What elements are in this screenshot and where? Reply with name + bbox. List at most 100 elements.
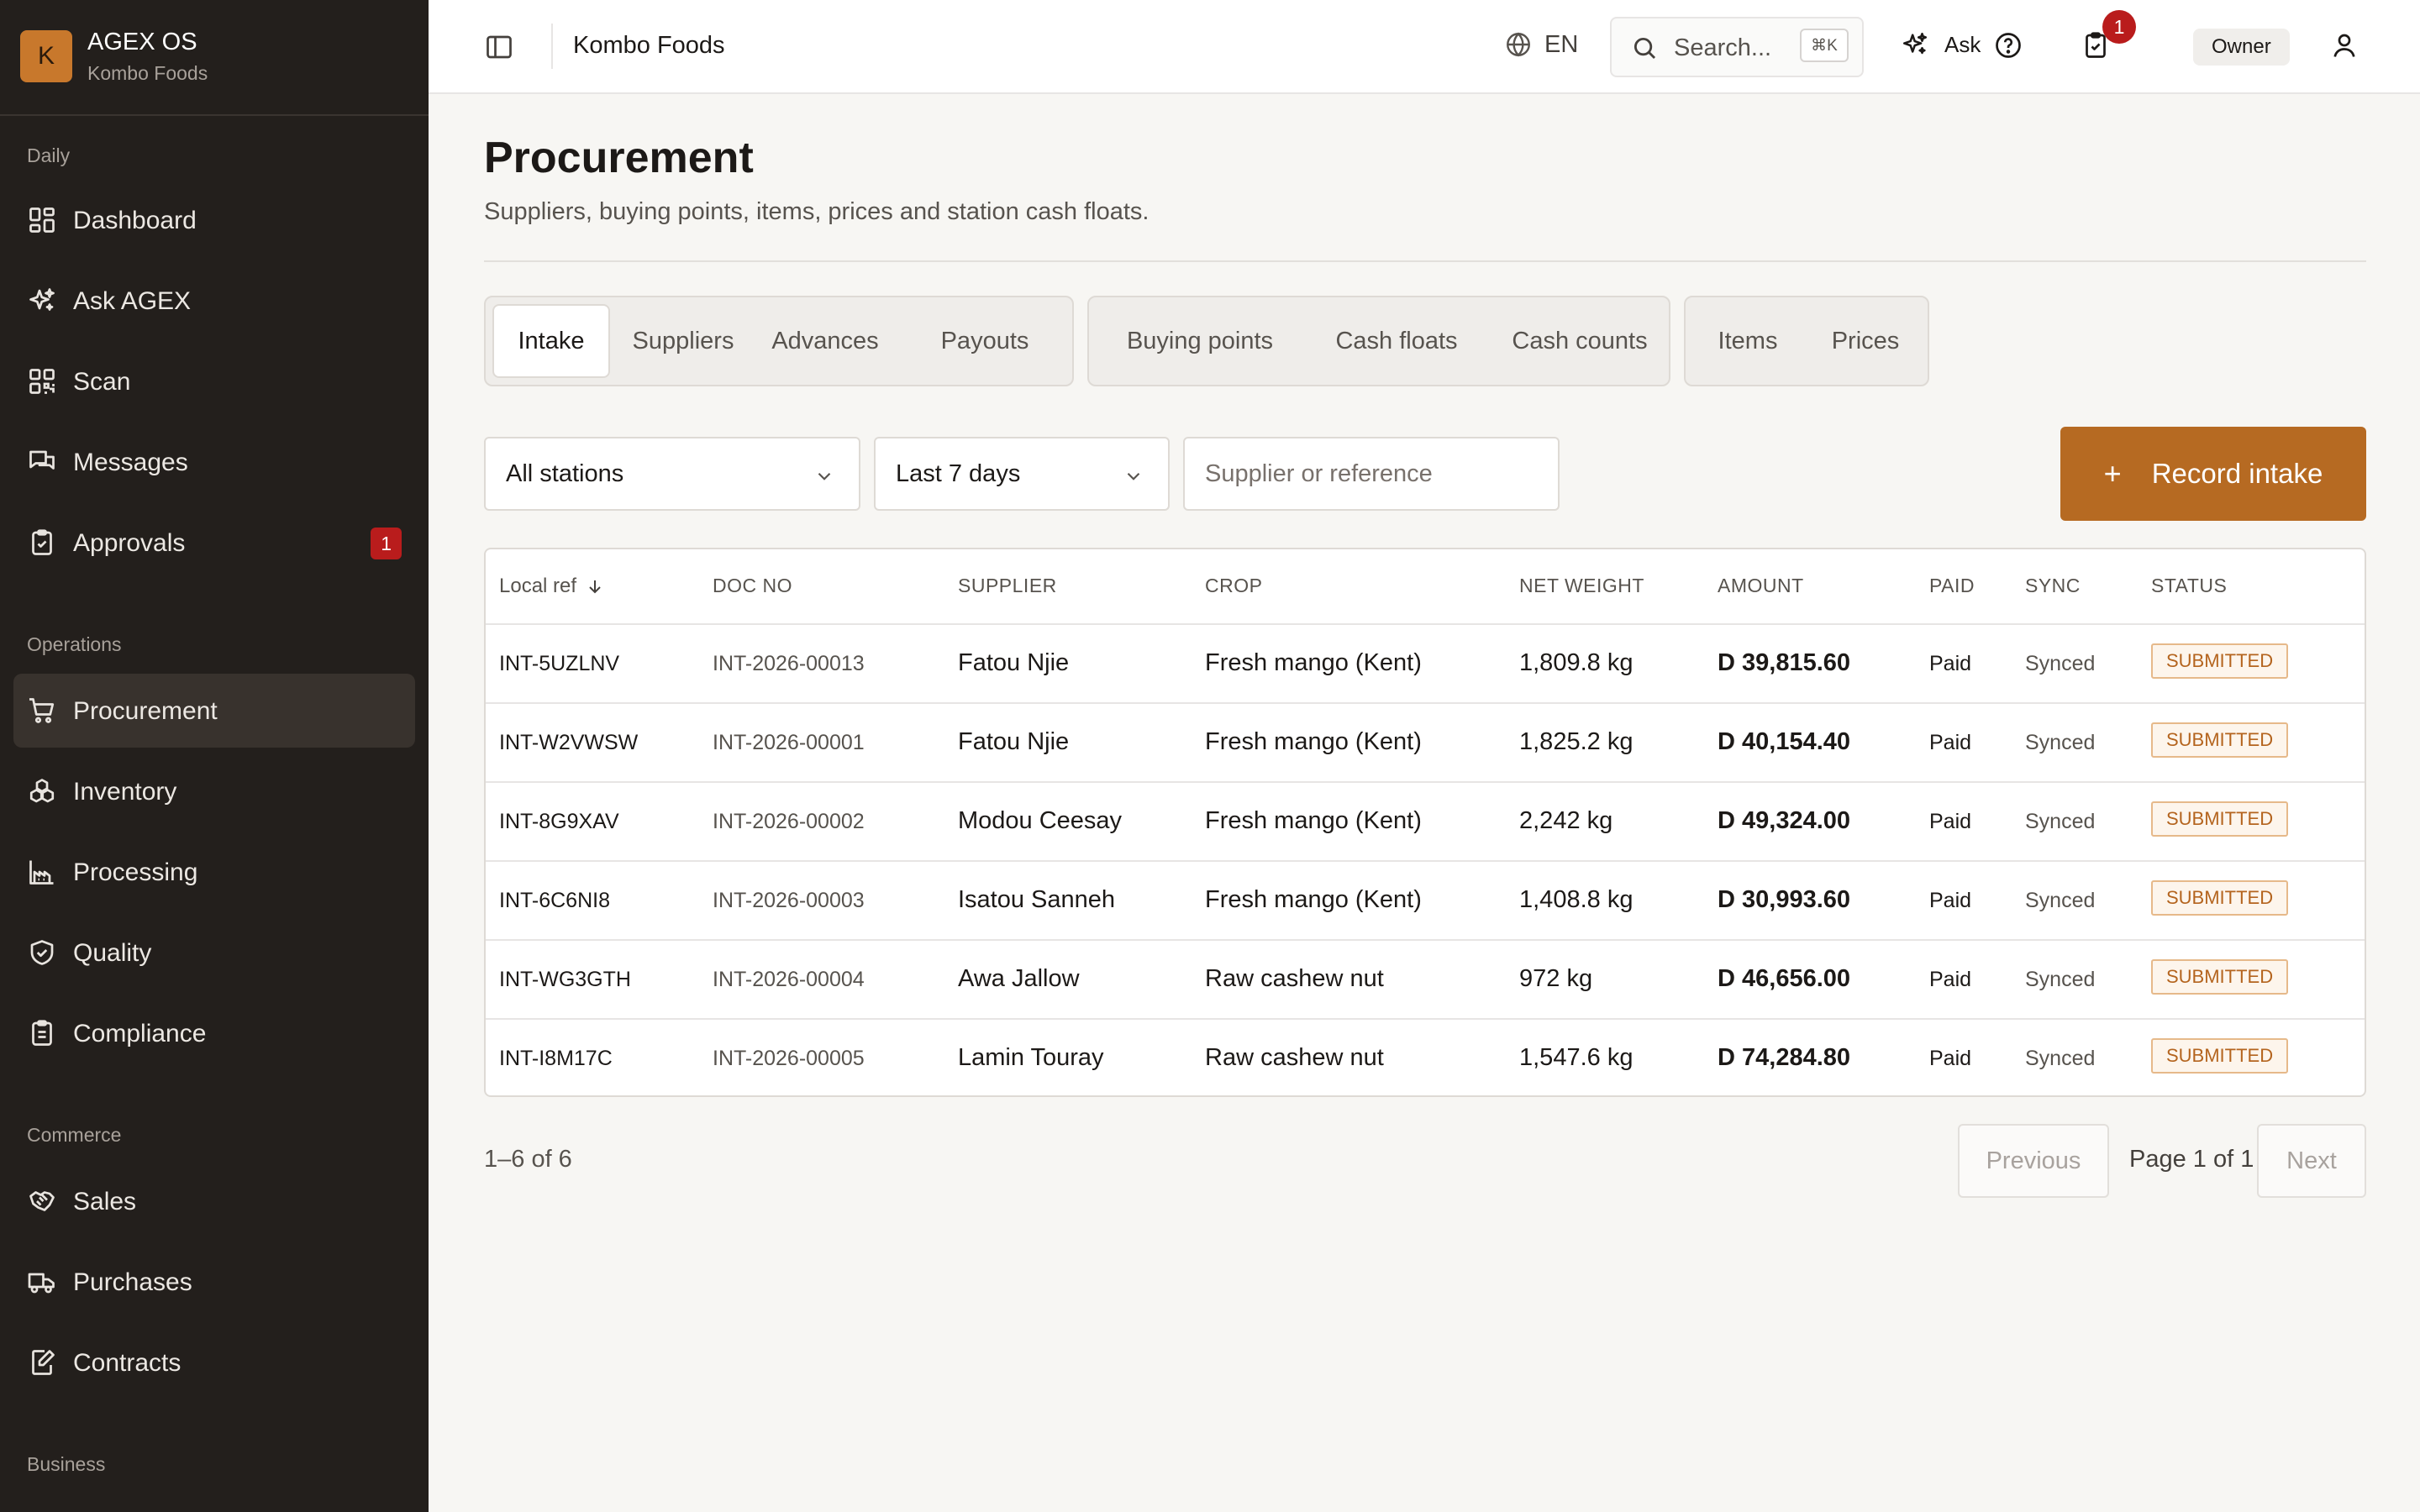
cell-sync: Synced [2025,731,2096,754]
file-edit-icon [27,1347,57,1378]
record-intake-button[interactable]: + Record intake [2060,427,2366,521]
sidebar-item-label: Ask AGEX [73,287,192,315]
cell-supplier: Fatou Njie [958,728,1070,755]
tab-buying-points[interactable]: Buying points [1099,304,1301,378]
station-select[interactable]: All stations [484,437,860,511]
tab-items[interactable]: Items [1696,304,1800,378]
cell-supplier: Modou Ceesay [958,807,1123,834]
ask-button[interactable]: Ask [1901,30,1981,59]
search-icon [1630,34,1659,62]
cell-sync: Synced [2025,889,2096,912]
sidebar-item-approvals[interactable]: Approvals 1 [13,506,415,580]
cell-amount: D 40,154.40 [1718,728,1851,755]
help-icon[interactable] [1993,30,2023,60]
sidebar-item-sales[interactable]: Sales [13,1164,415,1238]
clipboard-list-icon [27,1018,57,1048]
cell-paid: Paid [1929,1047,1972,1070]
app-name: AGEX OS [87,29,197,55]
cell-amount: D 30,993.60 [1718,886,1851,913]
tab-payouts[interactable]: Payouts [906,304,1064,378]
column-header-local-ref[interactable]: Local ref [499,575,605,598]
sidebar: K AGEX OS Kombo Foods Daily Dashboard As… [0,0,429,1512]
period-select[interactable]: Last 7 days [874,437,1170,511]
sidebar-item-compliance[interactable]: Compliance [13,996,415,1070]
dashboard-icon [27,205,57,235]
cell-sync: Synced [2025,1047,2096,1070]
nav-section-operations: Operations [27,633,122,655]
language-switcher[interactable]: EN [1504,30,1578,59]
sidebar-item-quality[interactable]: Quality [13,916,415,990]
nav-section-daily: Daily [27,144,71,166]
cell-doc-no: INT-2026-00003 [713,889,865,912]
sidebar-item-label: Inventory [73,778,177,806]
sidebar-item-label: Quality [73,939,152,967]
cell-doc-no: INT-2026-00013 [713,652,865,675]
tab-suppliers[interactable]: Suppliers [620,304,746,378]
sparkle-icon [1901,30,1944,59]
supplier-search-input[interactable]: Supplier or reference [1183,437,1560,511]
cell-supplier: Fatou Njie [958,649,1070,676]
cell-supplier: Awa Jallow [958,965,1080,992]
sidebar-item-messages[interactable]: Messages [13,425,415,499]
approvals-button[interactable]: 1 [2081,10,2136,60]
previous-page-button[interactable]: Previous [1958,1124,2109,1198]
cell-amount: D 46,656.00 [1718,965,1851,992]
tab-prices[interactable]: Prices [1810,304,1921,378]
tab-group-intake: Intake Suppliers Advances Payouts [484,296,1074,386]
sidebar-item-ask-agex[interactable]: Ask AGEX [13,264,415,338]
column-header-sync: SYNC [2025,575,2081,596]
user-icon[interactable] [2329,30,2360,60]
period-select-value: Last 7 days [896,460,1021,487]
messages-icon [27,447,57,477]
search-shortcut: ⌘K [1800,29,1849,62]
cell-paid: Paid [1929,968,1972,991]
sidebar-item-label: Procurement [73,697,218,725]
sidebar-item-purchases[interactable]: Purchases [13,1245,415,1319]
table-row[interactable]: INT-6C6NI8 INT-2026-00003 Isatou Sanneh … [486,860,2365,941]
tab-advances[interactable]: Advances [753,304,897,378]
tab-group-stations: Buying points Cash floats Cash counts [1087,296,1670,386]
sidebar-item-scan[interactable]: Scan [13,344,415,418]
boxes-icon [27,776,57,806]
cell-crop: Fresh mango (Kent) [1205,807,1422,834]
status-badge: SUBMITTED [2151,1038,2289,1074]
sidebar-toggle-icon[interactable] [484,32,514,62]
tab-intake[interactable]: Intake [492,304,610,378]
shield-check-icon [27,937,57,968]
cell-paid: Paid [1929,889,1972,912]
factory-icon [27,857,57,887]
column-header-amount: AMOUNT [1718,575,1804,596]
sidebar-item-dashboard[interactable]: Dashboard [13,183,415,257]
column-header-supplier: SUPPLIER [958,575,1057,596]
next-page-button[interactable]: Next [2257,1124,2366,1198]
sidebar-item-label: Dashboard [73,207,197,234]
sidebar-item-label: Scan [73,368,131,396]
table-row[interactable]: INT-W2VWSW INT-2026-00001 Fatou Njie Fre… [486,702,2365,783]
brand-header[interactable]: K AGEX OS Kombo Foods [0,0,429,116]
handshake-icon [27,1186,57,1216]
language-label: EN [1544,30,1579,58]
cell-paid: Paid [1929,652,1972,675]
cell-net-weight: 1,825.2 kg [1519,728,1634,755]
global-search[interactable]: Search... ⌘K [1610,17,1864,77]
table-row[interactable]: INT-5UZLNV INT-2026-00013 Fatou Njie Fre… [486,623,2365,704]
table-row[interactable]: INT-WG3GTH INT-2026-00004 Awa Jallow Raw… [486,939,2365,1020]
record-intake-label: Record intake [2151,458,2323,489]
sidebar-item-procurement[interactable]: Procurement [13,674,415,748]
breadcrumb-org: Kombo Foods [573,32,725,59]
table-row[interactable]: INT-I8M17C INT-2026-00005 Lamin Touray R… [486,1018,2365,1095]
sidebar-item-label: Contracts [73,1349,182,1377]
sidebar-item-inventory[interactable]: Inventory [13,754,415,828]
topbar-divider [551,24,553,69]
tab-cash-counts[interactable]: Cash counts [1491,304,1669,378]
status-badge: SUBMITTED [2151,880,2289,916]
tab-cash-floats[interactable]: Cash floats [1313,304,1481,378]
table-row[interactable]: INT-8G9XAV INT-2026-00002 Modou Ceesay F… [486,781,2365,862]
cell-crop: Fresh mango (Kent) [1205,728,1422,755]
cell-crop: Fresh mango (Kent) [1205,649,1422,676]
cell-crop: Raw cashew nut [1205,965,1384,992]
sidebar-item-contracts[interactable]: Contracts [13,1326,415,1399]
sidebar-item-label: Approvals [73,529,186,557]
nav-section-commerce: Commerce [27,1124,122,1146]
sidebar-item-processing[interactable]: Processing [13,835,415,909]
